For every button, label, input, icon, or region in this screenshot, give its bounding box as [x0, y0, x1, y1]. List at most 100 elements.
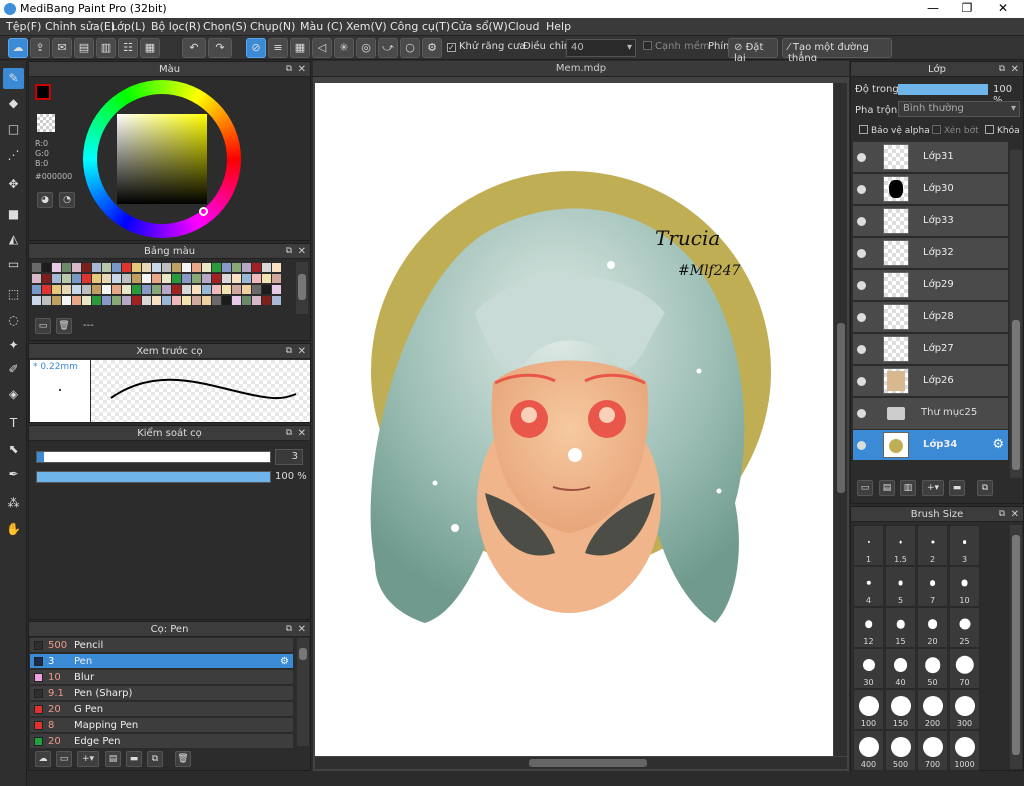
brush-size-option[interactable]: 10	[949, 566, 980, 607]
brush-size-option[interactable]: 300	[949, 689, 980, 730]
layer-row[interactable]: Lớp28	[853, 302, 1008, 333]
color-swatch[interactable]	[152, 285, 161, 294]
radial-snap-icon[interactable]: ✳	[334, 38, 354, 58]
folder-icon[interactable]: ▬	[126, 751, 142, 767]
color-swatch[interactable]	[112, 263, 121, 272]
color-swatch[interactable]	[32, 263, 41, 272]
brush-size-option[interactable]: 200	[917, 689, 948, 730]
operation-tool-icon[interactable]: ⬉	[3, 439, 24, 460]
brush-size-field[interactable]: 3	[275, 449, 303, 465]
menu-filter[interactable]: Bộ lọc(R)	[151, 20, 201, 33]
color-swatch[interactable]	[272, 263, 281, 272]
add-brush-icon[interactable]: +▾	[77, 751, 99, 767]
layer-row-selected[interactable]: Lớp34 ⚙	[853, 430, 1008, 461]
brush-size-option[interactable]: 40	[885, 648, 916, 689]
color-swatch[interactable]	[252, 285, 261, 294]
brush-item[interactable]: 10 Blur	[30, 670, 293, 685]
color-swatch[interactable]	[122, 274, 131, 283]
color-swatch[interactable]	[202, 274, 211, 283]
color-swatch[interactable]	[142, 285, 151, 294]
layer-row[interactable]: Lớp32	[853, 238, 1008, 269]
brush-size-option[interactable]: 20	[917, 607, 948, 648]
color-swatch[interactable]	[242, 274, 251, 283]
color-swatch[interactable]	[262, 296, 271, 305]
color-swatch[interactable]	[162, 263, 171, 272]
color-swatch[interactable]	[242, 263, 251, 272]
new-palette-icon[interactable]: ▭	[35, 318, 51, 334]
eye-icon[interactable]	[857, 185, 866, 194]
color-swatch[interactable]	[112, 285, 121, 294]
layer-row[interactable]: Lớp30	[853, 174, 1008, 205]
color-swatch[interactable]	[142, 263, 151, 272]
add-layer-icon[interactable]: +▾	[922, 480, 944, 496]
color-swatch[interactable]	[102, 263, 111, 272]
gear-icon[interactable]: ⚙	[992, 437, 1004, 452]
color-swatch[interactable]	[212, 263, 221, 272]
color-swatch[interactable]	[132, 296, 141, 305]
color-swatch[interactable]	[112, 296, 121, 305]
hue-handle[interactable]	[199, 207, 208, 216]
color-swatch[interactable]	[272, 296, 281, 305]
color-swatch[interactable]	[252, 263, 261, 272]
color-swatch[interactable]	[92, 263, 101, 272]
text-tool-icon[interactable]: T	[3, 413, 24, 434]
brush-size-option[interactable]: 70	[949, 648, 980, 689]
color-swatch[interactable]	[202, 263, 211, 272]
brush-size-option[interactable]: 5	[885, 566, 916, 607]
color-swatch[interactable]	[132, 285, 141, 294]
maximize-button[interactable]: ❐	[952, 1, 982, 15]
color-swatch[interactable]	[172, 296, 181, 305]
settings-icon[interactable]: ⚙	[422, 38, 442, 58]
palette-add-icon[interactable]: ◔	[59, 192, 75, 208]
close-icon[interactable]: ✕	[1011, 62, 1019, 77]
adjust-select[interactable]: 40 ▾	[566, 39, 636, 57]
protect-alpha-checkbox[interactable]: Bảo vệ alpha	[859, 125, 930, 136]
color-swatch[interactable]	[162, 296, 171, 305]
color-swatch[interactable]	[222, 296, 231, 305]
new-layer-icon[interactable]: ▭	[857, 480, 873, 496]
lasso-tool-icon[interactable]: ◌	[3, 310, 24, 331]
foreground-color[interactable]	[35, 84, 51, 100]
brush-size-option[interactable]: 30	[853, 648, 884, 689]
magic-wand-icon[interactable]: ✦	[3, 335, 24, 356]
brush-item[interactable]: 500 Pencil	[30, 638, 293, 653]
color-swatch[interactable]	[72, 263, 81, 272]
color-swatch[interactable]	[232, 274, 241, 283]
color-swatch[interactable]	[62, 263, 71, 272]
hue-ring[interactable]	[83, 80, 241, 238]
color-swatch[interactable]	[42, 263, 51, 272]
eye-icon[interactable]	[857, 313, 866, 322]
close-icon[interactable]: ✕	[298, 426, 306, 441]
color-swatch[interactable]	[102, 285, 111, 294]
palette-icon[interactable]: ◕	[37, 192, 53, 208]
select-tool-icon[interactable]: ⬚	[3, 284, 24, 305]
color-swatch[interactable]	[52, 263, 61, 272]
menu-select[interactable]: Chọn(S)	[203, 20, 247, 33]
brush-size-slider[interactable]	[36, 451, 271, 463]
float-icon[interactable]: ⧉	[286, 344, 292, 359]
float-icon[interactable]: ⧉	[286, 62, 292, 77]
color-swatch[interactable]	[32, 296, 41, 305]
color-swatch[interactable]	[222, 274, 231, 283]
brush-size-option[interactable]: 12	[853, 607, 884, 648]
eye-icon[interactable]	[857, 249, 866, 258]
canvas[interactable]: Trucia #Mlf247	[315, 83, 833, 756]
dropper-tool-icon[interactable]: ⁂	[3, 493, 24, 514]
comment-icon[interactable]: ✉	[52, 38, 72, 58]
color-swatch[interactable]	[142, 296, 151, 305]
brush-size-option[interactable]: 500	[885, 730, 916, 771]
brush-list-scrollbar[interactable]	[297, 638, 309, 746]
color-swatch[interactable]	[272, 285, 281, 294]
eyedropper-tool-icon[interactable]: ✒	[3, 464, 24, 485]
color-swatch[interactable]	[212, 296, 221, 305]
color-swatch[interactable]	[152, 274, 161, 283]
color-swatch[interactable]	[262, 274, 271, 283]
color-swatch[interactable]	[42, 274, 51, 283]
color-swatch[interactable]	[172, 274, 181, 283]
color-swatch[interactable]	[182, 274, 191, 283]
color-swatch[interactable]	[242, 285, 251, 294]
curve-snap-icon[interactable]: ⤻	[378, 38, 398, 58]
color-swatch[interactable]	[82, 274, 91, 283]
color-swatch[interactable]	[232, 296, 241, 305]
color-swatch[interactable]	[122, 296, 131, 305]
